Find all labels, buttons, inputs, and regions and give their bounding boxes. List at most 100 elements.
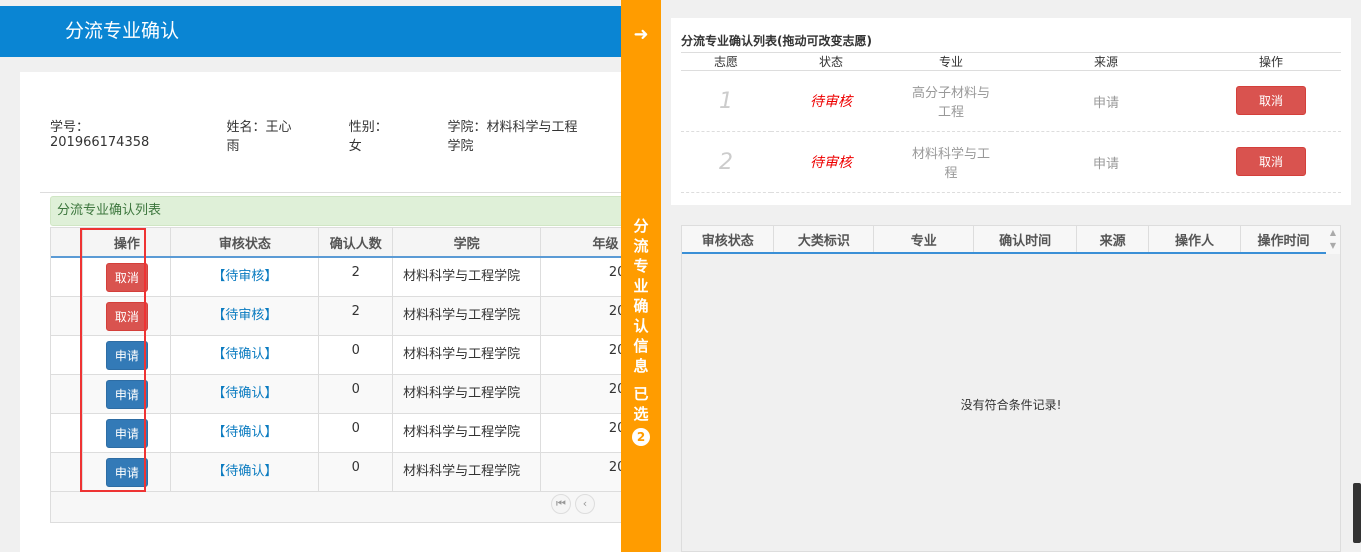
college-cell: 材料科学与工程学院 bbox=[392, 257, 542, 297]
college: 材料科学与工程学院 bbox=[403, 463, 521, 479]
college: 材料科学与工程学院 bbox=[403, 346, 521, 362]
major: 高分子材料与工程 bbox=[911, 86, 990, 120]
row-number bbox=[51, 413, 84, 453]
count: 0 bbox=[351, 381, 360, 397]
column-header[interactable]: 大类标识 bbox=[773, 226, 875, 254]
cancel-button[interactable]: 取消 bbox=[1236, 85, 1306, 115]
status: 【待审核】 bbox=[212, 307, 278, 323]
rank: 1 bbox=[719, 88, 733, 114]
page-scrollbar[interactable] bbox=[1353, 483, 1361, 543]
row-number bbox=[51, 335, 84, 375]
action-cell: 取消 bbox=[1201, 70, 1341, 132]
pagination: ⏮ ‹ bbox=[551, 494, 595, 514]
student-info: 学号：201966174358 姓名：王心雨 性别：女 学院：材料科学与工程学院 bbox=[50, 116, 640, 154]
status-cell: 【待审核】 bbox=[170, 257, 320, 297]
right-panel: 分流专业确认列表(拖动可改变志愿) 志愿 状态 专业 来源 操作 1 待审核 高分子材料与工… bbox=[661, 0, 1361, 552]
column-header[interactable]: 学院 bbox=[392, 228, 542, 258]
record-grid-header: 审核状态 大类标识 专业 确认时间 来源 操作人 操作时间 bbox=[682, 226, 1327, 254]
student-college: 学院：材料科学与工程学院 bbox=[447, 120, 578, 154]
row-number bbox=[51, 257, 84, 297]
row-number bbox=[51, 296, 84, 336]
count: 0 bbox=[351, 459, 360, 475]
college-cell: 材料科学与工程学院 bbox=[392, 296, 542, 336]
status: 【待确认】 bbox=[212, 346, 278, 362]
count-cell: 0 bbox=[318, 374, 394, 414]
count-cell: 0 bbox=[318, 413, 394, 453]
college: 材料科学与工程学院 bbox=[403, 269, 521, 284]
column-header: 专业 bbox=[891, 52, 1011, 71]
column-header: 操作 bbox=[1201, 52, 1341, 71]
row-number bbox=[51, 452, 84, 492]
column-header[interactable] bbox=[51, 228, 84, 258]
column-header[interactable]: 审核状态 bbox=[682, 226, 775, 254]
left-panel: 分流专业确认 学号：201966174358 姓名：王心雨 性别：女 学院：材料… bbox=[0, 0, 640, 552]
side-tab-label: 分流专业确认信息 bbox=[633, 217, 649, 375]
count: 2 bbox=[351, 303, 360, 319]
status-cell: 待审核 bbox=[771, 70, 891, 132]
student-gender: 性别：女 bbox=[348, 120, 388, 154]
status: 【待确认】 bbox=[212, 385, 278, 401]
source-cell: 申请 bbox=[1011, 131, 1201, 193]
college-cell: 材料科学与工程学院 bbox=[392, 413, 542, 453]
column-header[interactable]: 确认人数 bbox=[318, 228, 394, 258]
page-title: 分流专业确认 bbox=[0, 6, 640, 57]
source: 申请 bbox=[1092, 156, 1119, 172]
column-header[interactable]: 操作时间 bbox=[1240, 226, 1327, 254]
status-cell: 【待确认】 bbox=[170, 452, 320, 492]
column-header[interactable]: 专业 bbox=[873, 226, 975, 254]
selected-table: 志愿 状态 专业 来源 操作 1 待审核 高分子材料与工程 申请 取消 2 待审核 材料科学与工程 申请… bbox=[681, 52, 1341, 193]
source: 申请 bbox=[1092, 95, 1119, 111]
column-header: 来源 bbox=[1011, 52, 1201, 71]
college-cell: 材料科学与工程学院 bbox=[392, 335, 542, 375]
status: 【待审核】 bbox=[212, 269, 278, 284]
rank-cell: 1 bbox=[681, 70, 771, 132]
count: 0 bbox=[351, 420, 360, 436]
column-header: 志愿 bbox=[681, 52, 771, 71]
selected-count-badge: 2 bbox=[632, 428, 650, 446]
status-cell: 【待确认】 bbox=[170, 374, 320, 414]
count-cell: 2 bbox=[318, 257, 394, 297]
left-list-title: 分流专业确认列表 bbox=[50, 196, 640, 226]
highlight-box bbox=[80, 228, 146, 492]
column-header[interactable]: 来源 bbox=[1076, 226, 1150, 254]
selected-row[interactable]: 2 待审核 材料科学与工程 申请 取消 bbox=[681, 131, 1341, 193]
column-header: 状态 bbox=[771, 52, 891, 71]
status-cell: 【待审核】 bbox=[170, 296, 320, 336]
college: 材料科学与工程学院 bbox=[403, 307, 521, 323]
status-cell: 【待确认】 bbox=[170, 413, 320, 453]
cancel-button[interactable]: 取消 bbox=[1236, 146, 1306, 176]
rank-cell: 2 bbox=[681, 131, 771, 193]
status: 待审核 bbox=[810, 94, 852, 110]
column-header[interactable]: 确认时间 bbox=[973, 226, 1078, 254]
record-grid: 审核状态 大类标识 专业 确认时间 来源 操作人 操作时间 ▲ ▼ 没有符合条件记录! bbox=[681, 225, 1341, 552]
empty-message: 没有符合条件记录! bbox=[960, 398, 1062, 412]
source-cell: 申请 bbox=[1011, 70, 1201, 132]
status: 待审核 bbox=[810, 155, 852, 171]
status-cell: 【待确认】 bbox=[170, 335, 320, 375]
status: 【待确认】 bbox=[212, 463, 278, 479]
selected-row[interactable]: 1 待审核 高分子材料与工程 申请 取消 bbox=[681, 70, 1341, 132]
student-name: 姓名：王心雨 bbox=[226, 120, 292, 154]
row-number bbox=[51, 374, 84, 414]
prev-page-icon[interactable]: ‹ bbox=[575, 494, 595, 514]
college: 材料科学与工程学院 bbox=[403, 385, 521, 401]
college-cell: 材料科学与工程学院 bbox=[392, 374, 542, 414]
arrow-right-icon[interactable]: ➜ bbox=[621, 24, 661, 45]
status-cell: 待审核 bbox=[771, 131, 891, 193]
count-cell: 0 bbox=[318, 335, 394, 375]
right-list-title: 分流专业确认列表(拖动可改变志愿) bbox=[681, 34, 872, 48]
major-cell: 材料科学与工程 bbox=[891, 131, 1011, 193]
rank: 2 bbox=[719, 149, 733, 175]
student-id: 学号：201966174358 bbox=[50, 120, 150, 150]
action-cell: 取消 bbox=[1201, 131, 1341, 193]
college: 材料科学与工程学院 bbox=[403, 424, 521, 440]
column-header[interactable]: 操作人 bbox=[1148, 226, 1241, 254]
column-header[interactable]: 审核状态 bbox=[170, 228, 320, 258]
first-page-icon[interactable]: ⏮ bbox=[551, 494, 571, 514]
status: 【待确认】 bbox=[212, 424, 278, 440]
divider bbox=[40, 192, 640, 193]
major: 材料科学与工程 bbox=[911, 147, 990, 181]
grid-scrollbar[interactable]: ▲ ▼ bbox=[1326, 226, 1340, 254]
side-tab-selected-label: 已选 bbox=[633, 385, 649, 423]
side-tab[interactable]: ➜ 分流专业确认信息 已选 2 bbox=[621, 0, 661, 552]
